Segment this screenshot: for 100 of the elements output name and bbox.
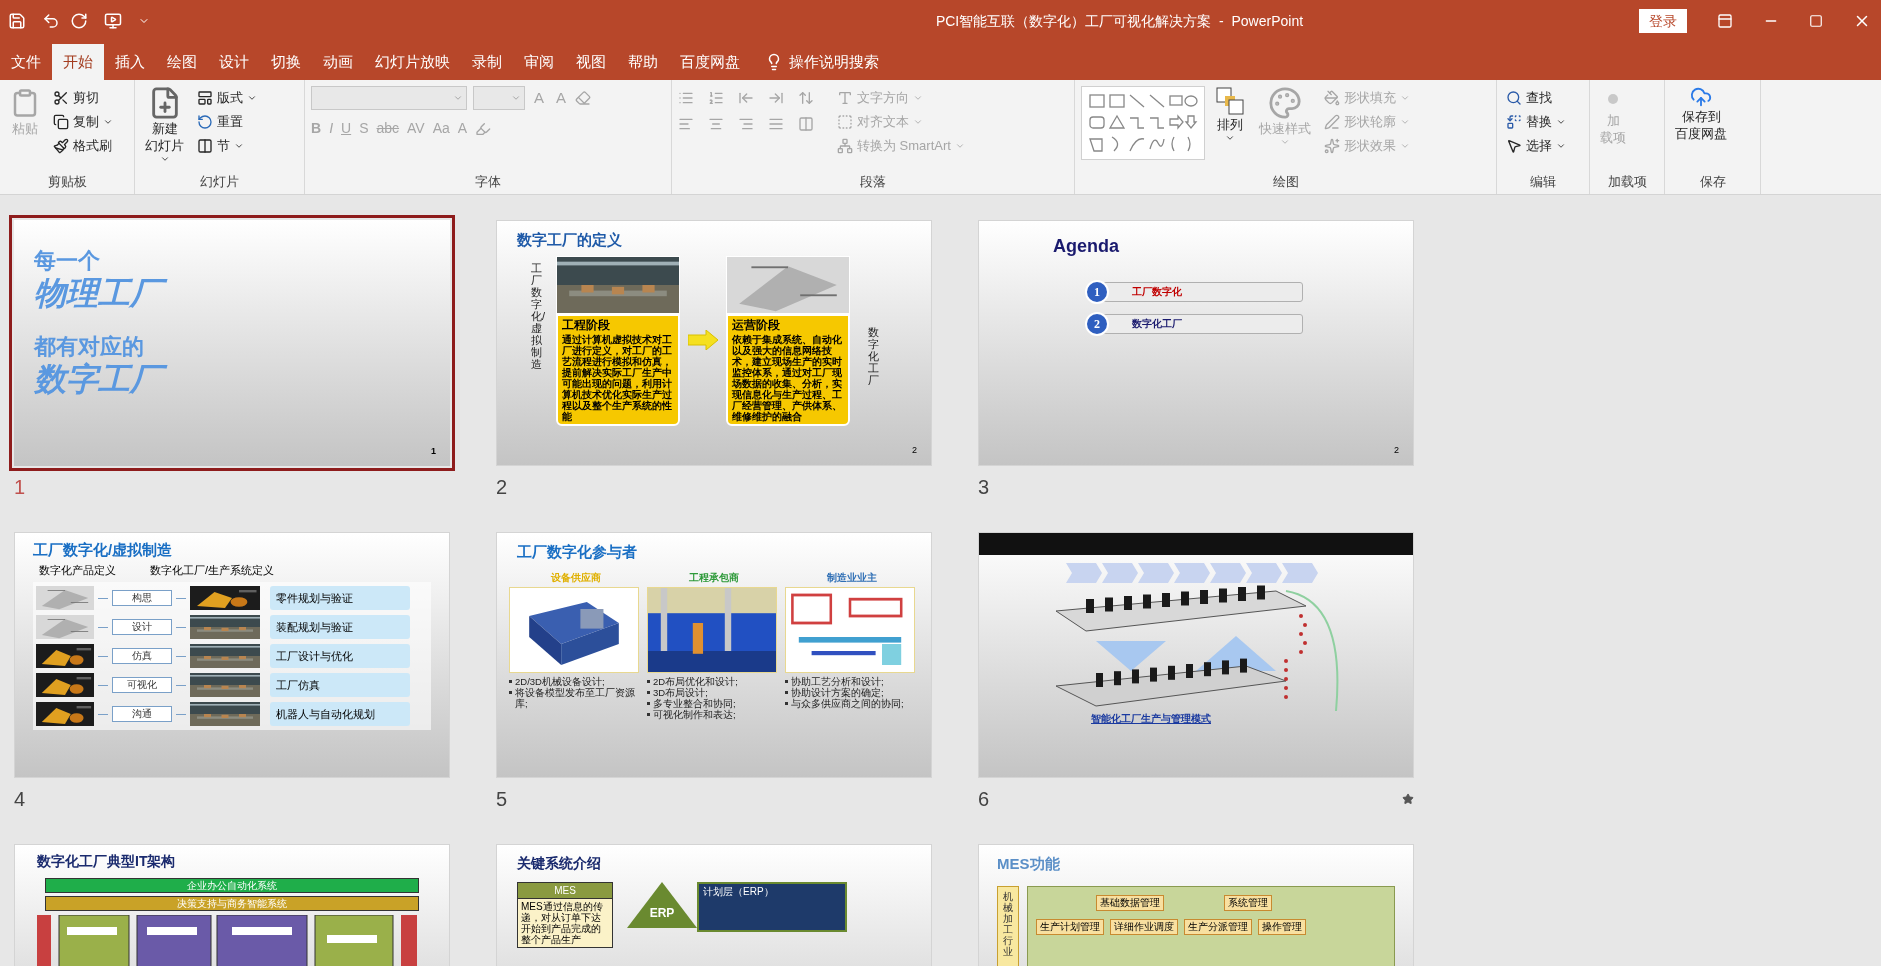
align-left-icon[interactable]	[678, 116, 694, 132]
number-badge: 1	[1085, 280, 1109, 304]
slide-number: 5	[496, 787, 508, 812]
effects-icon	[1324, 138, 1340, 154]
slide-title: MES功能	[997, 854, 1061, 874]
caret-icon	[234, 141, 244, 151]
slide-thumbnail[interactable]: 工厂数字化参与者 设备供应商 2D/3D机械设备设计; 将设备模型发布至工厂资源库; 工程承包商 2D布局优化和设计; 3D布局设计; 多专业整合和协同; 可视化制作和表达; 制造业业主 协助工艺分析和设计; 协助设计方案的确定; 与众多供应商之间的协同;	[496, 532, 932, 778]
slide-thumbnail[interactable]: Agenda 1 工厂数字化 2 数字化工厂 2	[978, 220, 1414, 466]
layout-icon	[197, 90, 213, 106]
ribbon-button[interactable]: 保存到 百度网盘	[1671, 86, 1731, 142]
capability-pill: 装配规划与验证	[270, 615, 410, 639]
ribbon-tab[interactable]: 绘图	[156, 44, 208, 80]
slide-thumbnail[interactable]: 智能化工厂生产与管理模式	[978, 532, 1414, 778]
undo-icon[interactable]	[42, 12, 60, 30]
caret-icon	[1400, 141, 1410, 151]
caret-icon	[453, 93, 463, 103]
scissors-icon	[53, 90, 69, 106]
justify-icon[interactable]	[768, 116, 784, 132]
align-text-icon	[837, 114, 853, 130]
column-heading: 工程承包商	[688, 570, 740, 585]
group-label: 剪贴板	[46, 172, 88, 191]
align-right-icon[interactable]	[738, 116, 754, 132]
ribbon-button[interactable]: 选择	[1503, 134, 1569, 158]
ribbon-button[interactable]: 节	[194, 134, 260, 158]
bullet-icon	[509, 679, 512, 683]
page-number: 2	[912, 443, 917, 457]
columns-icon[interactable]	[798, 116, 814, 132]
vertical-text: 数字化工厂	[868, 325, 879, 386]
slide-title: 工厂数字化参与者	[516, 542, 638, 562]
capability-pill: 零件规划与验证	[270, 586, 410, 610]
login-button[interactable]: 登录	[1639, 9, 1687, 33]
cloud-upload-icon	[1690, 86, 1712, 108]
ribbon-button[interactable]: 重置	[194, 110, 260, 134]
bullet-icon	[647, 690, 650, 694]
vertical-text: 机械加工行业	[1003, 890, 1013, 959]
ribbon-button[interactable]: 复制	[50, 110, 116, 134]
ribbon-tab[interactable]: 视图	[565, 44, 617, 80]
ribbon-tab[interactable]: 动画	[312, 44, 364, 80]
numbering-icon[interactable]	[708, 90, 724, 106]
line-spacing-icon[interactable]	[798, 90, 814, 106]
ribbon-tab[interactable]: 插入	[104, 44, 156, 80]
step-label: 构思	[112, 590, 172, 606]
ribbon-button[interactable]: 版式	[194, 86, 260, 110]
save-icon[interactable]	[8, 12, 26, 30]
card-text: 依赖于集成系统、自动化以及强大的信息网络技术，建立现场生产的实时监控体系，通过对工厂现场数据的收集、分析，实现信息化与生产过程、工厂经营管理、产供体系、维修维护的融合	[732, 333, 843, 422]
highlighter-icon[interactable]	[475, 120, 492, 137]
copy-icon	[53, 114, 69, 130]
bullet-icon	[647, 701, 650, 705]
caret-icon	[1400, 93, 1410, 103]
column-heading: 设备供应商	[550, 570, 602, 585]
capability-pill: 工厂仿真	[270, 673, 410, 697]
shape-gallery[interactable]	[1081, 86, 1205, 160]
ribbon-tab[interactable]: 录制	[461, 44, 513, 80]
slide-thumbnail[interactable]: 数字工厂的定义 工厂数字化/虚拟制造 工程阶段 通过计算机虚拟技术对工厂进行定义，对工厂的工艺流程进行模拟和仿真，提前解决实际工厂生产中可能出现的问题，利用计算机技术优化实际生产过程以及整个生产系统的性能 运营阶段 依赖于集成系统、自动化以及强大的信息网络技术，建立现场生产的实时监控体系，通过对工厂现场数据的收集、分析，实现信息化与生产过程、工厂经营管理、产供体系、维修维护的融合 数字化工厂 2	[496, 220, 932, 466]
redo-icon[interactable]	[70, 12, 88, 30]
ribbon-tab[interactable]: 切换	[260, 44, 312, 80]
ribbon-tab[interactable]: 幻灯片放映	[364, 44, 461, 80]
ribbon-tab[interactable]: 审阅	[513, 44, 565, 80]
ribbon-tab[interactable]: 文件	[0, 44, 52, 80]
erp-label: ERP	[649, 905, 675, 922]
window-title: PCI智能互联（数字化）工厂可视化解决方案 - PowerPoint	[934, 11, 1305, 31]
tell-me-search[interactable]: 操作说明搜索	[789, 50, 879, 74]
caret-icon	[1280, 137, 1290, 147]
slide-heading: 每一个	[34, 248, 101, 274]
slide-heading: 都有对应的	[34, 334, 145, 360]
ribbon-button[interactable]: 查找	[1503, 86, 1569, 110]
slide-heading: 数字工厂	[34, 360, 450, 398]
ribbon-button[interactable]: 剪切	[50, 86, 116, 110]
maximize-icon[interactable]	[1809, 14, 1823, 28]
card-heading: 工程阶段	[562, 316, 611, 334]
ribbon-button[interactable]: 新建 幻灯片	[141, 86, 188, 164]
present-icon[interactable]	[104, 12, 122, 30]
diagram-caption: 智能化工厂生产与管理模式	[1091, 712, 1211, 726]
decrease-indent-icon[interactable]	[738, 90, 754, 106]
slide-number: 2	[496, 475, 508, 500]
align-center-icon[interactable]	[708, 116, 724, 132]
ribbon-button[interactable]: 替换	[1503, 110, 1569, 134]
clear-format-icon[interactable]	[575, 90, 592, 106]
ribbon-tab[interactable]: 帮助	[617, 44, 669, 80]
page-number: 1	[431, 444, 436, 458]
bullets-icon[interactable]	[678, 90, 694, 106]
ribbon-display-icon[interactable]	[1717, 13, 1733, 29]
erp-heading: 计划层（ERP）	[703, 885, 775, 899]
ribbon-button[interactable]: 格式刷	[50, 134, 116, 158]
bullet-icon	[785, 701, 788, 705]
mes-header: MES	[517, 882, 613, 899]
agenda-item: 数字化工厂	[1103, 314, 1303, 334]
group-label: 绘图	[1271, 172, 1300, 191]
bullet-text: 2D/3D机械设备设计;	[515, 675, 605, 687]
ribbon-tab[interactable]: 百度网盘	[669, 44, 751, 80]
slide-thumbnail[interactable]: 数字化工厂典型IT架构 企业办公自动化系统 决策支持与商务智能系统	[14, 844, 450, 966]
slide-thumbnail[interactable]: 关键系统介绍 MES MES通过信息的传递，对从订单下达开始到产品完成的整个产品生产 ERP 计划层（ERP）	[496, 844, 932, 966]
slide-thumbnail[interactable]: MES功能 机械加工行业 基础数据管理 系统管理 生产计划管理 详细作业调度 生产分派管理 操作管理	[978, 844, 1414, 966]
increase-indent-icon[interactable]	[768, 90, 784, 106]
ribbon-button[interactable]: 排列	[1211, 86, 1249, 143]
card-text: 通过计算机虚拟技术对工厂进行定义，对工厂的工艺流程进行模拟和仿真，提前解决实际工厂生产中可能出现的问题，利用计算机技术优化实际生产过程以及整个生产系统的性能	[562, 333, 673, 422]
slide-number: 6	[978, 787, 990, 812]
ribbon-tab[interactable]: 设计	[208, 44, 260, 80]
slide-thumbnail[interactable]: 工厂数字化/虚拟制造 数字化产品定义 数字化工厂/生产系统定义 构思 零件规划与验证 设计 装配规划与验证 仿真 工厂设计与优化 可视化 工厂仿真 沟通 机器人与自动化规划	[14, 532, 450, 778]
ribbon-tab[interactable]: 开始	[52, 44, 104, 80]
